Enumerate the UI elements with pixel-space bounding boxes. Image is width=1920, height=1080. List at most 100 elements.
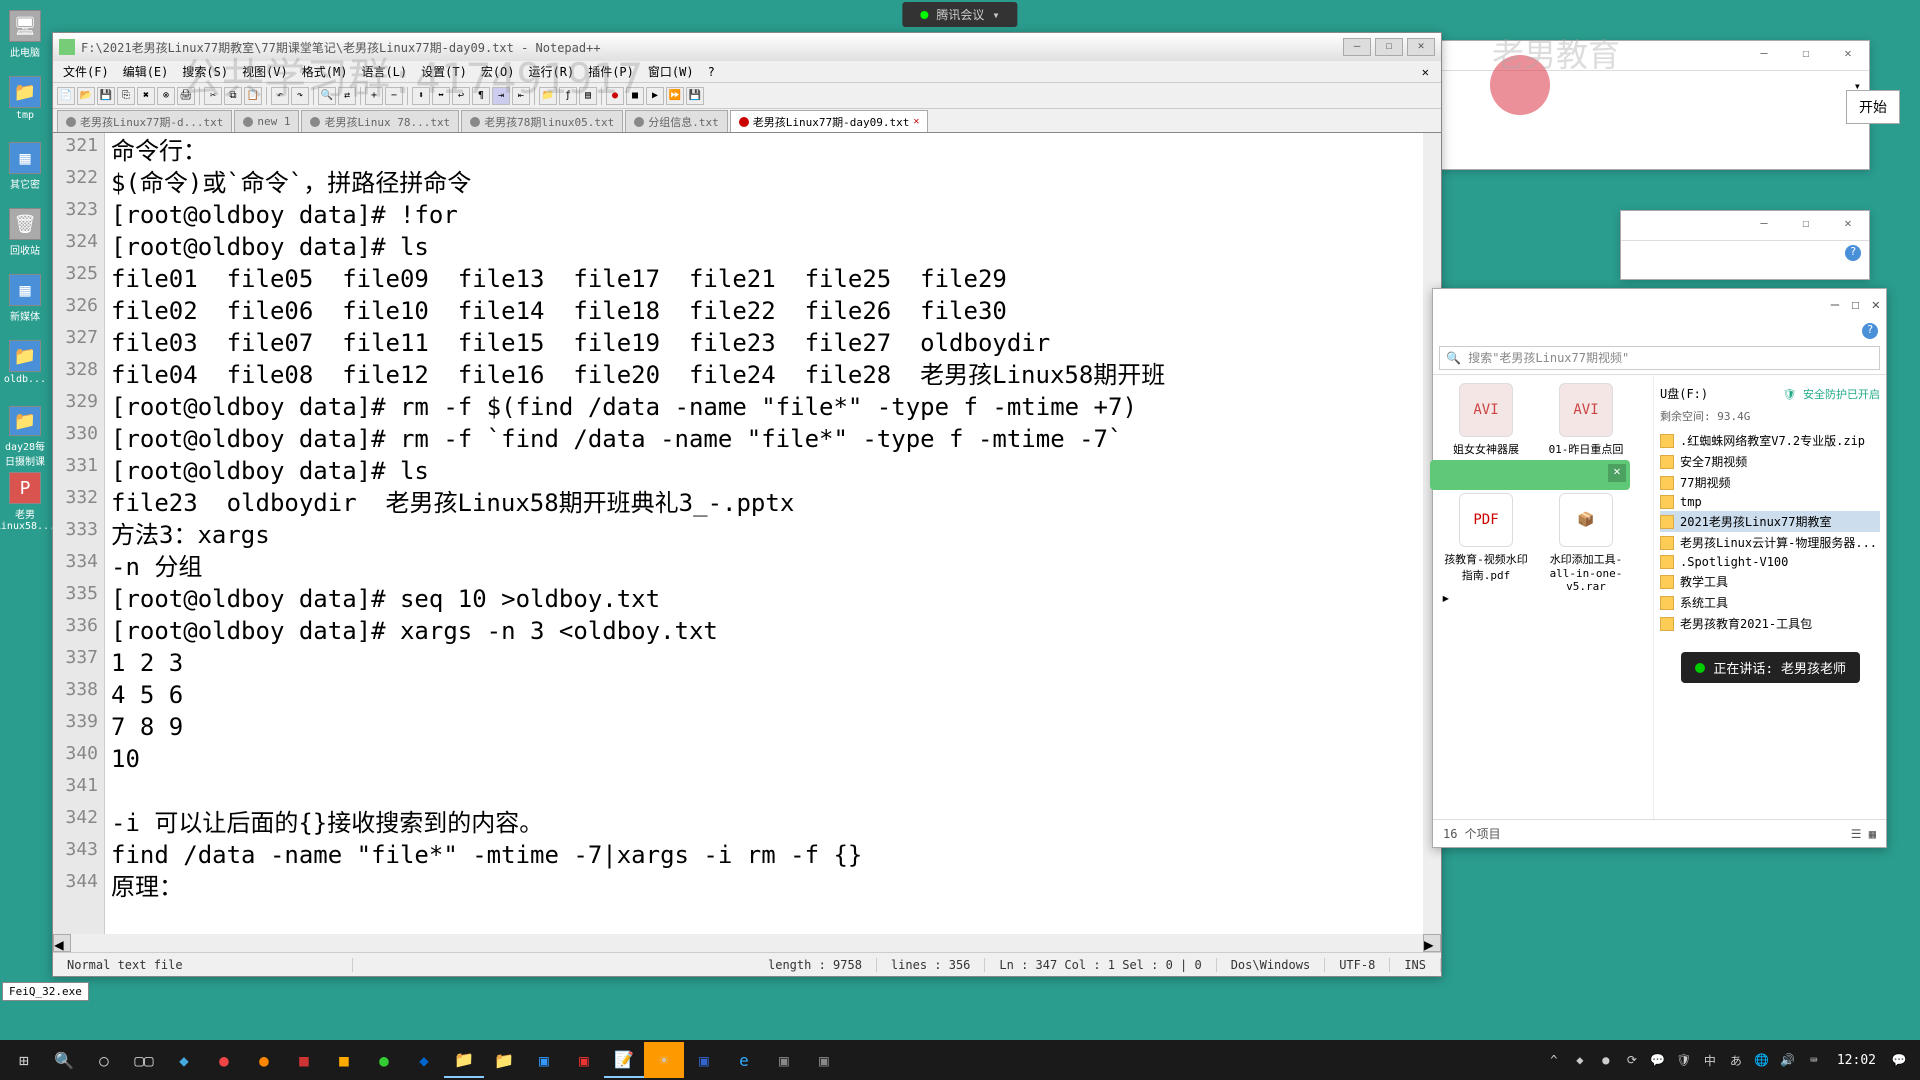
search-icon[interactable]: 🔍 xyxy=(44,1042,84,1078)
taskbar-clock[interactable]: 12:02 xyxy=(1831,1053,1882,1068)
doc-map-icon[interactable]: ▤ xyxy=(579,87,597,105)
show-all-icon[interactable]: ¶ xyxy=(472,87,490,105)
tree-item[interactable]: tmp xyxy=(1660,493,1880,511)
tab-close-icon[interactable]: ✕ xyxy=(913,116,919,127)
help-icon[interactable]: ? xyxy=(1862,323,1878,339)
notification-center-icon[interactable]: 💬 xyxy=(1890,1051,1908,1069)
editor-text[interactable]: 命令行： $(命令)或`命令`，拼路径拼命令 [root@oldboy data… xyxy=(105,133,1423,934)
tray-shield-icon[interactable]: 🛡 xyxy=(1675,1051,1693,1069)
cortana-icon[interactable]: ○ xyxy=(84,1042,124,1078)
save-all-icon[interactable]: ⎘ xyxy=(117,87,135,105)
close-icon[interactable]: ✕ xyxy=(1833,216,1863,236)
tab-1[interactable]: new 1 xyxy=(234,110,299,132)
minimize-icon[interactable]: — xyxy=(1749,216,1779,236)
sync-v-icon[interactable]: ⬍ xyxy=(412,87,430,105)
pinned-app[interactable]: ◆ xyxy=(404,1042,444,1078)
menu-window[interactable]: 窗口(W) xyxy=(642,61,700,82)
tree-item[interactable]: 安全7期视频 xyxy=(1660,451,1880,472)
titlebar[interactable]: F:\2021老男孩Linux77期教室\77期课堂笔记\老男孩Linux77期… xyxy=(53,33,1441,61)
taskbar-notepad[interactable]: 📝 xyxy=(604,1042,644,1078)
tab-0[interactable]: 老男孩Linux77期-d...txt xyxy=(57,110,232,132)
indent-icon[interactable]: ⇥ xyxy=(492,87,510,105)
close-button[interactable]: ✕ xyxy=(1407,38,1435,56)
outdent-icon[interactable]: ⇤ xyxy=(512,87,530,105)
pinned-app[interactable]: ▣ xyxy=(564,1042,604,1078)
new-file-icon[interactable]: 📄 xyxy=(57,87,75,105)
menu-view[interactable]: 视图(V) xyxy=(236,61,294,82)
tree-item[interactable]: 教学工具 xyxy=(1660,571,1880,592)
open-file-icon[interactable]: 📂 xyxy=(77,87,95,105)
tray-up-icon[interactable]: ^ xyxy=(1545,1051,1563,1069)
minimize-button[interactable]: — xyxy=(1343,38,1371,56)
tray-network-icon[interactable]: 🌐 xyxy=(1753,1051,1771,1069)
menu-format[interactable]: 格式(M) xyxy=(296,61,354,82)
pinned-app[interactable]: ■ xyxy=(284,1042,324,1078)
close-panel-icon[interactable]: ✕ xyxy=(1414,65,1437,79)
pinned-app[interactable]: ▣ xyxy=(764,1042,804,1078)
start-button[interactable]: 开始 xyxy=(1846,90,1900,124)
desktop-icon-day28[interactable]: 📁day28每日摄制课 xyxy=(2,406,48,468)
maximize-icon[interactable]: ☐ xyxy=(1791,46,1821,66)
pinned-app[interactable]: ▣ xyxy=(804,1042,844,1078)
view-grid-icon[interactable]: ▦ xyxy=(1869,827,1876,841)
playback-icon[interactable]: ⏩ xyxy=(666,87,684,105)
play-icon[interactable]: ▶ xyxy=(646,87,664,105)
minimize-icon[interactable]: — xyxy=(1749,46,1779,66)
maximize-icon[interactable]: ☐ xyxy=(1851,297,1859,313)
tray-notif-icon[interactable]: 💬 xyxy=(1649,1051,1667,1069)
paste-icon[interactable]: 📋 xyxy=(244,87,262,105)
tree-item[interactable]: 老男孩Linux云计算-物理服务器... xyxy=(1660,532,1880,553)
print-icon[interactable]: 🖨 xyxy=(177,87,195,105)
pinned-app[interactable]: ☀ xyxy=(644,1042,684,1078)
file-item-rar[interactable]: 📦水印添加工具-all-in-one-v5.rar xyxy=(1541,493,1631,593)
pinned-app[interactable]: ◆ xyxy=(164,1042,204,1078)
menu-macro[interactable]: 宏(O) xyxy=(475,61,521,82)
desktop-icon-recycle[interactable]: 🗑回收站 xyxy=(2,208,48,270)
pinned-app[interactable]: ● xyxy=(364,1042,404,1078)
drive-label[interactable]: U盘(F:) xyxy=(1660,385,1708,402)
find-icon[interactable]: 🔍 xyxy=(318,87,336,105)
menu-run[interactable]: 运行(R) xyxy=(523,61,581,82)
tray-app-icon[interactable]: ◆ xyxy=(1571,1051,1589,1069)
tab-2[interactable]: 老男孩Linux 78...txt xyxy=(301,110,459,132)
menu-edit[interactable]: 编辑(E) xyxy=(117,61,175,82)
maximize-icon[interactable]: ☐ xyxy=(1791,216,1821,236)
desktop-icon-computer[interactable]: 🖥此电脑 xyxy=(2,10,48,72)
wordwrap-icon[interactable]: ↩ xyxy=(452,87,470,105)
tray-sync-icon[interactable]: ⟳ xyxy=(1623,1051,1641,1069)
zoom-in-icon[interactable]: + xyxy=(365,87,383,105)
minimize-icon[interactable]: — xyxy=(1831,297,1839,313)
menu-file[interactable]: 文件(F) xyxy=(57,61,115,82)
close-all-icon[interactable]: ⊗ xyxy=(157,87,175,105)
close-icon[interactable]: ✕ xyxy=(1833,46,1863,66)
save-icon[interactable]: 💾 xyxy=(97,87,115,105)
close-file-icon[interactable]: ✖ xyxy=(137,87,155,105)
menu-help[interactable]: ? xyxy=(702,63,721,81)
pinned-app[interactable]: ▣ xyxy=(524,1042,564,1078)
taskbar-explorer[interactable]: 📁 xyxy=(444,1042,484,1078)
undo-icon[interactable]: ↶ xyxy=(271,87,289,105)
tree-item[interactable]: .Spotlight-V100 xyxy=(1660,553,1880,571)
desktop-icon-tmp[interactable]: 📁tmp xyxy=(2,76,48,138)
cut-icon[interactable]: ✂ xyxy=(204,87,222,105)
task-view-icon[interactable]: ▢▢ xyxy=(124,1042,164,1078)
menu-plugins[interactable]: 插件(P) xyxy=(582,61,640,82)
tree-item[interactable]: 老男孩教育2021-工具包 xyxy=(1660,613,1880,634)
scroll-left-icon[interactable]: ◀ xyxy=(53,934,71,952)
desktop-icon-oldb[interactable]: 📁oldb... xyxy=(2,340,48,402)
replace-icon[interactable]: ⇄ xyxy=(338,87,356,105)
editor-area[interactable]: 3213223233243253263273283293303313323333… xyxy=(53,133,1441,934)
tray-lang-icon[interactable]: 中 xyxy=(1701,1051,1719,1069)
desktop-icon-media[interactable]: ▦新媒体 xyxy=(2,274,48,336)
record-icon[interactable]: ● xyxy=(606,87,624,105)
feiq-label[interactable]: FeiQ_32.exe xyxy=(2,982,89,1001)
tree-item[interactable]: 系统工具 xyxy=(1660,592,1880,613)
copy-icon[interactable]: ⧉ xyxy=(224,87,242,105)
pinned-app[interactable]: ▣ xyxy=(684,1042,724,1078)
pinned-app[interactable]: 📁 xyxy=(484,1042,524,1078)
tray-app-icon[interactable]: ● xyxy=(1597,1051,1615,1069)
tree-item[interactable]: .红蜘蛛网络教室V7.2专业版.zip xyxy=(1660,430,1880,451)
tree-item-selected[interactable]: 2021老男孩Linux77期教室 xyxy=(1660,511,1880,532)
view-list-icon[interactable]: ☰ xyxy=(1851,827,1862,841)
desktop-icon-other[interactable]: ▦其它密 xyxy=(2,142,48,204)
